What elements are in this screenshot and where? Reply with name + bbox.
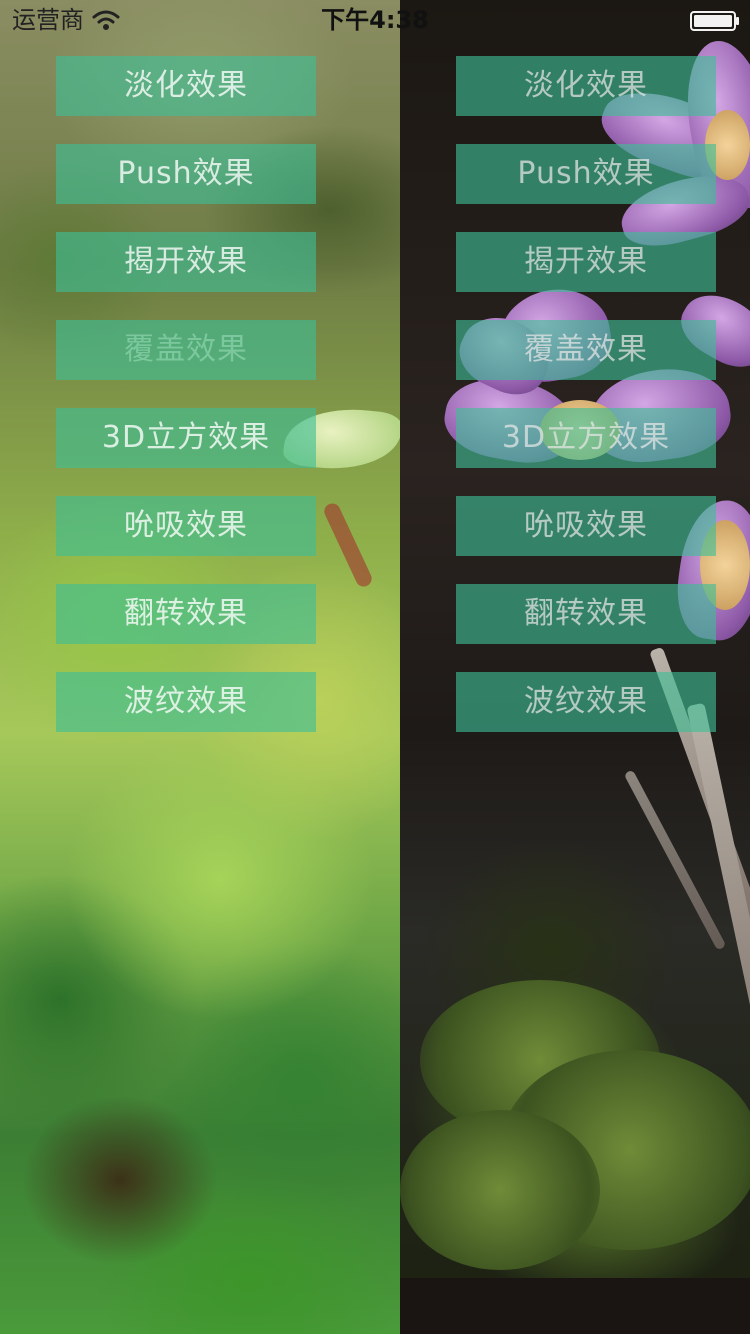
right-flip-button[interactable]: 翻转效果 (456, 584, 716, 644)
left-3d-cube-button[interactable]: 3D立方效果 (56, 408, 316, 468)
screen: 运营商 下午4:38 淡化效果 Push效果 揭开效果 覆盖效果 3D立方效果 … (0, 0, 750, 1334)
right-fade-button[interactable]: 淡化效果 (456, 56, 716, 116)
right-cover-button[interactable]: 覆盖效果 (456, 320, 716, 380)
right-ripple-button[interactable]: 波纹效果 (456, 672, 716, 732)
left-fade-button[interactable]: 淡化效果 (56, 56, 316, 116)
left-ripple-button[interactable]: 波纹效果 (56, 672, 316, 732)
status-bar: 运营商 下午4:38 (0, 0, 750, 40)
status-time: 下午4:38 (321, 6, 429, 34)
right-3d-cube-button[interactable]: 3D立方效果 (456, 408, 716, 468)
stem-shape (321, 500, 375, 590)
left-flip-button[interactable]: 翻转效果 (56, 584, 316, 644)
battery-icon (690, 11, 739, 31)
moss-shape (400, 1110, 600, 1270)
bottom-strip (400, 1278, 750, 1334)
right-push-button[interactable]: Push效果 (456, 144, 716, 204)
left-push-button[interactable]: Push效果 (56, 144, 316, 204)
left-cover-button[interactable]: 覆盖效果 (56, 320, 316, 380)
right-reveal-button[interactable]: 揭开效果 (456, 232, 716, 292)
left-suck-button[interactable]: 吮吸效果 (56, 496, 316, 556)
right-suck-button[interactable]: 吮吸效果 (456, 496, 716, 556)
left-reveal-button[interactable]: 揭开效果 (56, 232, 316, 292)
